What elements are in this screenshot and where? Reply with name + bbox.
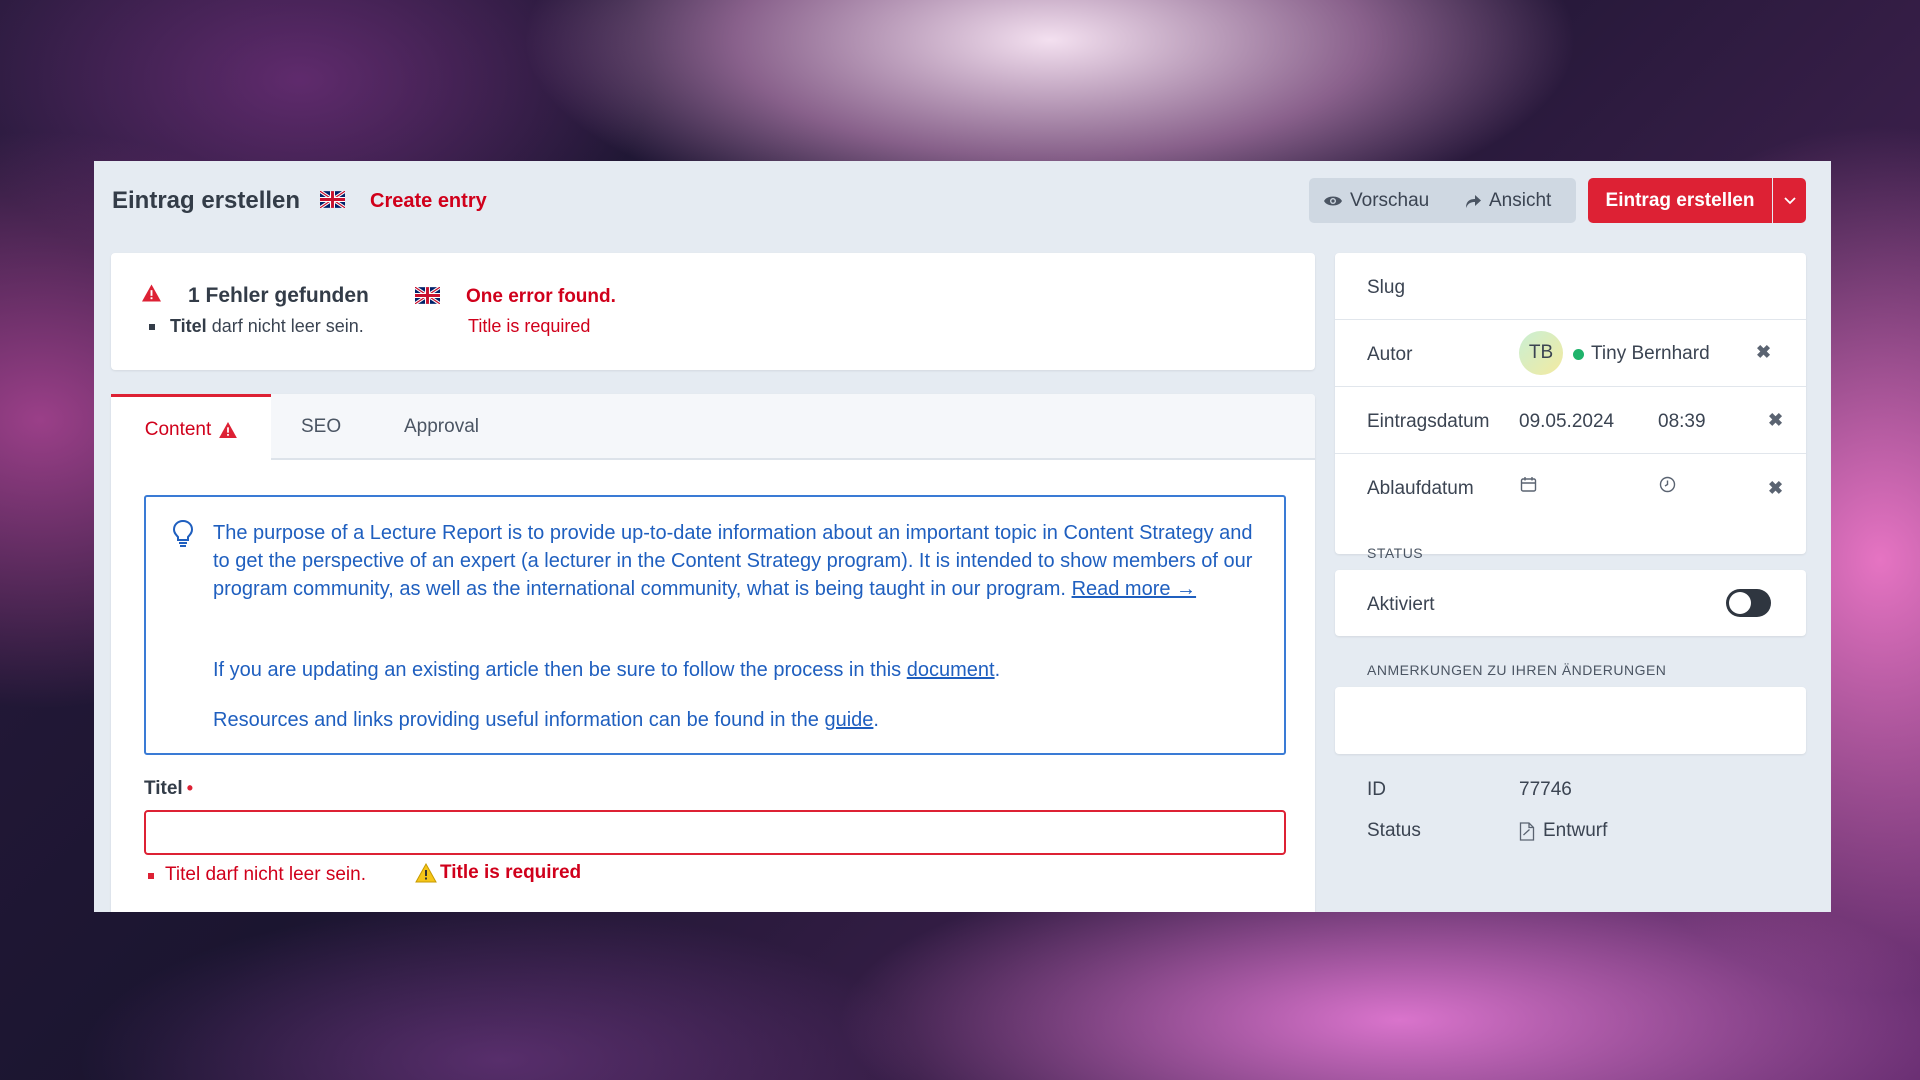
- lightbulb-icon: [172, 519, 194, 547]
- entry-date-input[interactable]: 09.05.2024: [1519, 411, 1614, 433]
- tab-bar: Content SEO Approval: [111, 394, 1315, 462]
- error-summary: 1 Fehler gefunden One error found. Titel…: [111, 253, 1315, 370]
- meta-panel: Slug Autor TB Tiny Bernhard ✖ Eintragsda…: [1335, 253, 1806, 554]
- tab-seo[interactable]: SEO: [301, 394, 341, 460]
- warning-icon: [219, 421, 238, 438]
- status-value: Entwurf: [1519, 820, 1607, 842]
- entry-date-row: Eintragsdatum 09.05.2024 08:39 ✖: [1335, 387, 1806, 454]
- enabled-label: Aktiviert: [1367, 594, 1435, 615]
- author-label: Autor: [1367, 344, 1413, 365]
- error-item: Titel darf nicht leer sein.: [170, 316, 364, 337]
- title-error: Titel darf nicht leer sein.: [165, 864, 366, 885]
- error-heading-translation: One error found.: [466, 286, 616, 307]
- create-options-dropdown[interactable]: [1773, 178, 1806, 223]
- tab-approval[interactable]: Approval: [404, 394, 479, 460]
- guide-link[interactable]: guide: [824, 709, 873, 731]
- id-value: 77746: [1519, 779, 1572, 800]
- create-entry-button[interactable]: Eintrag erstellen: [1588, 178, 1772, 223]
- draft-document-icon: [1519, 821, 1535, 841]
- required-indicator: •: [186, 778, 194, 798]
- expiry-date-row: Ablaufdatum ✖: [1335, 454, 1806, 521]
- slug-row[interactable]: Slug: [1335, 253, 1806, 320]
- preview-label: Vorschau: [1350, 189, 1430, 211]
- author-name: Tiny Bernhard: [1591, 343, 1710, 364]
- uk-flag-icon: [320, 191, 345, 208]
- title-error-translation-text: Title is required: [440, 862, 582, 883]
- author-row: Autor TB Tiny Bernhard ✖: [1335, 320, 1806, 387]
- view-label: Ansicht: [1489, 189, 1552, 211]
- bullet: [148, 873, 154, 879]
- document-link[interactable]: document: [907, 659, 995, 681]
- view-button[interactable]: Ansicht: [1464, 178, 1551, 223]
- entry-time-input[interactable]: 08:39: [1658, 411, 1706, 433]
- info-text: Resources and links providing useful inf…: [213, 709, 819, 731]
- id-label: ID: [1367, 779, 1386, 800]
- clear-expiry-date-icon[interactable]: ✖: [1768, 478, 1783, 499]
- enabled-toggle[interactable]: [1726, 589, 1771, 617]
- bullet: [149, 324, 155, 330]
- notes-input[interactable]: [1335, 687, 1806, 754]
- slug-label: Slug: [1367, 277, 1406, 298]
- remove-author-icon[interactable]: ✖: [1756, 342, 1771, 363]
- info-paragraph: If you are updating an existing article …: [213, 656, 1273, 684]
- page-title: Eintrag erstellen: [112, 187, 301, 214]
- error-item-field: Titel: [170, 316, 207, 336]
- eye-icon: [1324, 196, 1342, 205]
- share-arrow-icon: [1466, 194, 1481, 208]
- toggle-knob: [1729, 592, 1751, 614]
- status-section-heading: STATUS: [1367, 545, 1424, 561]
- calendar-icon[interactable]: [1520, 476, 1537, 493]
- notes-section-heading: ANMERKUNGEN ZU IHREN ÄNDERUNGEN: [1367, 662, 1667, 678]
- error-item-text: darf nicht leer sein.: [211, 316, 364, 336]
- title-input[interactable]: [144, 810, 1286, 855]
- status-value-text: Entwurf: [1543, 820, 1608, 841]
- error-heading: 1 Fehler gefunden: [188, 284, 369, 307]
- expiry-date-label: Ablaufdatum: [1367, 478, 1474, 499]
- error-item-translation: Title is required: [468, 316, 591, 336]
- clear-entry-date-icon[interactable]: ✖: [1768, 410, 1783, 431]
- notes-panel: [1335, 687, 1806, 754]
- status-label: Status: [1367, 820, 1421, 841]
- title-label-text: Titel: [144, 778, 183, 799]
- status-panel: Aktiviert: [1335, 570, 1806, 636]
- warning-icon: [142, 284, 161, 302]
- entry-date-label: Eintragsdatum: [1367, 411, 1490, 432]
- content-panel: Content SEO Approval The purpose of a Le…: [111, 394, 1315, 912]
- punctuation: .: [873, 709, 879, 731]
- header-button-group: Vorschau Ansicht: [1309, 178, 1576, 223]
- info-text: If you are updating an existing article …: [213, 659, 902, 681]
- punctuation: .: [994, 659, 1001, 681]
- chevron-down-icon: [1783, 196, 1796, 204]
- warning-icon: [415, 863, 437, 883]
- info-callout: The purpose of a Lecture Report is to pr…: [144, 495, 1286, 755]
- info-paragraph: Resources and links providing useful inf…: [213, 706, 1273, 734]
- preview-button[interactable]: Vorschau: [1323, 178, 1429, 223]
- info-paragraph: The purpose of a Lecture Report is to pr…: [213, 519, 1273, 603]
- avatar: TB: [1519, 331, 1563, 375]
- page-title-translation: Create entry: [370, 190, 487, 212]
- uk-flag-icon: [415, 287, 440, 304]
- online-status-dot: [1573, 349, 1584, 360]
- title-error-translation: Title is required: [415, 862, 581, 884]
- title-label: Titel •: [144, 778, 193, 800]
- tab-content-label: Content: [144, 418, 212, 440]
- read-more-link[interactable]: Read more →: [1072, 578, 1197, 600]
- tab-content[interactable]: Content: [111, 394, 271, 462]
- app-window: Eintrag erstellen Create entry Vorschau …: [94, 161, 1831, 912]
- clock-icon[interactable]: [1659, 476, 1676, 493]
